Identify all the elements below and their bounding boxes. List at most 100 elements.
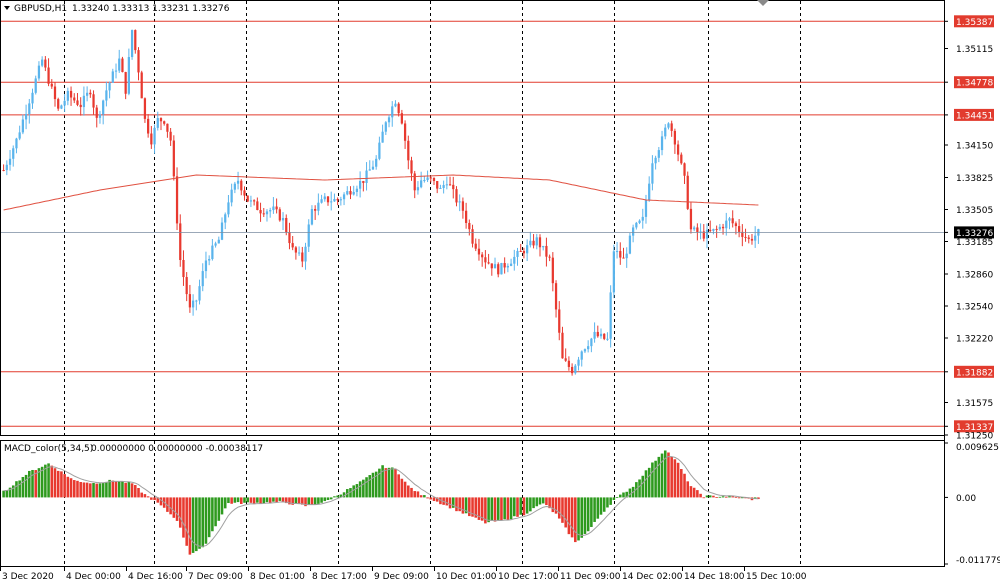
macd-bar xyxy=(188,497,192,555)
time-label: 14 Dec 02:00 xyxy=(622,572,683,582)
candle-body xyxy=(169,131,172,141)
macd-bar xyxy=(628,488,632,498)
macd-bar xyxy=(352,485,355,498)
macd-bar xyxy=(593,497,596,522)
candle-body xyxy=(76,100,79,105)
candle-body xyxy=(217,239,220,244)
candle-body xyxy=(352,191,355,195)
candle-body xyxy=(365,170,368,183)
macd-bar xyxy=(169,497,172,515)
dropdown-arrow-icon[interactable] xyxy=(4,6,10,10)
macd-bar xyxy=(580,497,584,538)
candle-body xyxy=(603,333,606,339)
chart-canvas[interactable]: 1.35387 1.35115 1.34778 1.34451 1.34150 1.338… xyxy=(0,0,1000,587)
candle-body xyxy=(648,183,651,201)
macd-bar xyxy=(410,487,413,498)
candle-body xyxy=(397,103,400,114)
candle-body xyxy=(477,248,481,255)
macd-bar xyxy=(368,475,372,498)
macd-bar xyxy=(519,497,523,515)
candle-body xyxy=(526,245,529,254)
macd-bar xyxy=(538,497,542,505)
macd-bar xyxy=(641,475,645,498)
candle-body xyxy=(529,240,532,246)
candle-body xyxy=(272,206,275,211)
candle-body xyxy=(391,106,394,118)
macd-bar xyxy=(182,497,185,538)
time-label: 10 Dec 17:00 xyxy=(498,572,559,582)
macd-bar xyxy=(423,495,426,498)
candle-body xyxy=(191,300,195,308)
candle-body xyxy=(583,349,587,352)
macd-bar xyxy=(407,485,410,498)
macd-bar xyxy=(390,467,394,498)
time-label: 15 Dec 10:00 xyxy=(746,572,807,582)
candle-body xyxy=(275,206,278,210)
macd-bar xyxy=(683,473,686,498)
macd-bar xyxy=(178,497,182,528)
macd-bar xyxy=(95,483,99,498)
candle-body xyxy=(121,58,124,73)
macd-bar xyxy=(384,468,388,498)
macd-bar xyxy=(326,497,330,500)
candle-body xyxy=(85,92,89,96)
time-label: 14 Dec 18:00 xyxy=(684,572,745,582)
candle-body xyxy=(371,166,375,170)
macd-bar xyxy=(307,497,311,505)
macd-bar xyxy=(609,497,612,505)
price-axis: 1.35387 1.35115 1.34778 1.34451 1.34150 1.338… xyxy=(944,15,994,442)
price-pane-border xyxy=(0,0,945,436)
macd-bar xyxy=(127,481,131,498)
candle-body xyxy=(471,229,474,244)
candle-body xyxy=(651,163,654,184)
macd-bar xyxy=(320,497,323,503)
trade-panel-toggle-icon[interactable] xyxy=(757,0,769,6)
candle-body xyxy=(323,196,326,200)
macd-bar xyxy=(259,497,262,504)
candle-body xyxy=(41,59,44,66)
candle-body xyxy=(744,236,747,238)
candle-body xyxy=(98,114,102,118)
candle-body xyxy=(619,251,622,258)
candle-body xyxy=(628,235,632,254)
candle-body xyxy=(24,114,28,120)
macd-bar xyxy=(134,485,137,498)
candle-body xyxy=(580,351,583,360)
candle-body xyxy=(676,144,680,155)
macd-bar xyxy=(638,479,641,498)
macd-bar xyxy=(69,478,73,498)
macd-bar xyxy=(493,497,497,522)
macd-bar xyxy=(570,497,574,538)
price-label: 1.32540 xyxy=(956,303,993,313)
candle-body xyxy=(509,263,513,266)
candle-body xyxy=(73,97,76,101)
candle-body xyxy=(577,359,580,366)
grid xyxy=(64,1,801,566)
macd-bar xyxy=(191,497,195,553)
candle-body xyxy=(587,346,590,350)
macd-bar xyxy=(596,497,600,519)
macd-bar xyxy=(362,479,365,498)
candle-body xyxy=(728,218,731,221)
candle-body xyxy=(182,260,185,278)
macd-bar xyxy=(21,476,25,498)
candle-body xyxy=(111,71,114,83)
candle-body xyxy=(599,333,603,337)
macd-bar xyxy=(117,481,121,498)
candle-body xyxy=(147,118,150,134)
macd-bar xyxy=(214,497,217,527)
time-label: 11 Dec 09:00 xyxy=(560,572,621,582)
macd-bar xyxy=(413,491,417,498)
macd-signal-line xyxy=(3,455,759,547)
candle-body xyxy=(28,103,31,115)
candle-body xyxy=(53,86,57,100)
macd-bar xyxy=(124,482,127,498)
macd-bar xyxy=(268,497,272,504)
candle-body xyxy=(320,199,323,203)
candle-body xyxy=(394,103,397,107)
macd-bar xyxy=(487,497,490,523)
macd-bar xyxy=(387,467,391,498)
candle-body xyxy=(538,237,542,248)
candle-body xyxy=(143,98,147,119)
macd-bar xyxy=(506,497,510,521)
